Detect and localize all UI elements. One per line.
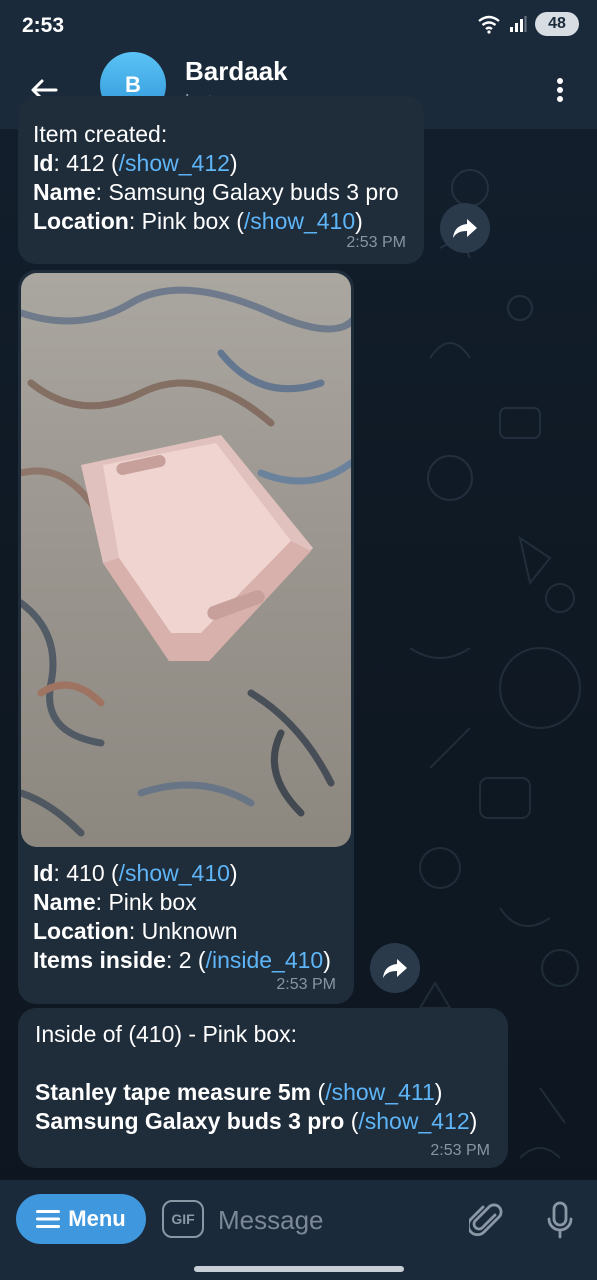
attach-button[interactable] <box>466 1198 506 1242</box>
command-link[interactable]: /show_410 <box>244 208 355 234</box>
message-bubble-item-created[interactable]: Item created: Id: 412 (/show_412) Name: … <box>18 96 424 264</box>
gif-icon[interactable]: GIF <box>162 1200 204 1238</box>
microphone-icon <box>547 1201 573 1239</box>
gif-label: GIF <box>171 1211 195 1227</box>
command-link[interactable]: /inside_410 <box>206 947 324 973</box>
message-line-location: Location: Unknown <box>33 918 238 944</box>
list-item: Samsung Galaxy buds 3 pro (/show_412) <box>35 1108 478 1134</box>
battery-level: 48 <box>548 15 566 32</box>
pink-box-image <box>21 273 351 847</box>
menu-button[interactable]: Menu <box>16 1194 146 1244</box>
message-line-id: Id: 412 (/show_412) <box>33 150 238 176</box>
menu-lines-icon <box>36 1210 61 1228</box>
menu-label: Menu <box>68 1206 126 1231</box>
command-link[interactable]: /show_411 <box>325 1079 435 1105</box>
chat-title[interactable]: Bardaak <box>185 56 288 87</box>
share-arrow-icon <box>453 219 477 238</box>
message-composer: Menu GIF <box>0 1180 597 1280</box>
message-text: Item created: Id: 412 (/show_412) Name: … <box>33 120 424 236</box>
message-bubble-photo[interactable]: Id: 410 (/show_410) Name: Pink box Locat… <box>18 270 354 1004</box>
message-text: Inside of (410) - Pink box: Stanley tape… <box>35 1020 508 1136</box>
message-time: 2:53 PM <box>276 976 336 993</box>
message-line-name: Name: Samsung Galaxy buds 3 pro <box>33 179 399 205</box>
status-icons: 48 <box>477 12 579 36</box>
message-line-items-inside: Items inside: 2 (/inside_410) <box>33 947 331 973</box>
wifi-icon <box>478 15 500 34</box>
battery-icon: 48 <box>535 12 579 36</box>
box-photo[interactable] <box>21 273 351 847</box>
message-text: Id: 410 (/show_410) Name: Pink box Locat… <box>33 859 331 975</box>
more-vertical-icon <box>557 78 563 102</box>
status-time: 2:53 <box>22 14 65 37</box>
home-indicator[interactable] <box>194 1266 404 1272</box>
message-line-id: Id: 410 (/show_410) <box>33 860 238 886</box>
voice-record-button[interactable] <box>540 1198 580 1242</box>
list-item: Stanley tape measure 5m (/show_411) <box>35 1079 443 1105</box>
command-link[interactable]: /show_412 <box>119 150 230 176</box>
forward-button[interactable] <box>440 203 490 253</box>
command-link[interactable]: /show_412 <box>358 1108 469 1134</box>
message-time: 2:53 PM <box>430 1142 490 1159</box>
signal-icon <box>510 16 527 32</box>
telegram-chat-screen: 2:53 48 B Bardaak b <box>0 0 597 1280</box>
message-bubble-inside-list[interactable]: Inside of (410) - Pink box: Stanley tape… <box>18 1008 508 1168</box>
command-link[interactable]: /show_410 <box>119 860 230 886</box>
paperclip-icon <box>469 1203 503 1237</box>
message-line-location: Location: Pink box (/show_410) <box>33 208 363 234</box>
message-heading: Inside of (410) - Pink box: <box>35 1021 298 1047</box>
message-heading: Item created: <box>33 121 168 147</box>
message-input[interactable] <box>218 1198 438 1242</box>
forward-button[interactable] <box>370 943 420 993</box>
avatar-letter: B <box>125 72 141 97</box>
message-time: 2:53 PM <box>346 234 406 251</box>
status-bar: 2:53 48 <box>0 0 597 52</box>
message-line-name: Name: Pink box <box>33 889 197 915</box>
share-arrow-icon <box>383 959 407 978</box>
more-options-button[interactable] <box>545 68 575 112</box>
